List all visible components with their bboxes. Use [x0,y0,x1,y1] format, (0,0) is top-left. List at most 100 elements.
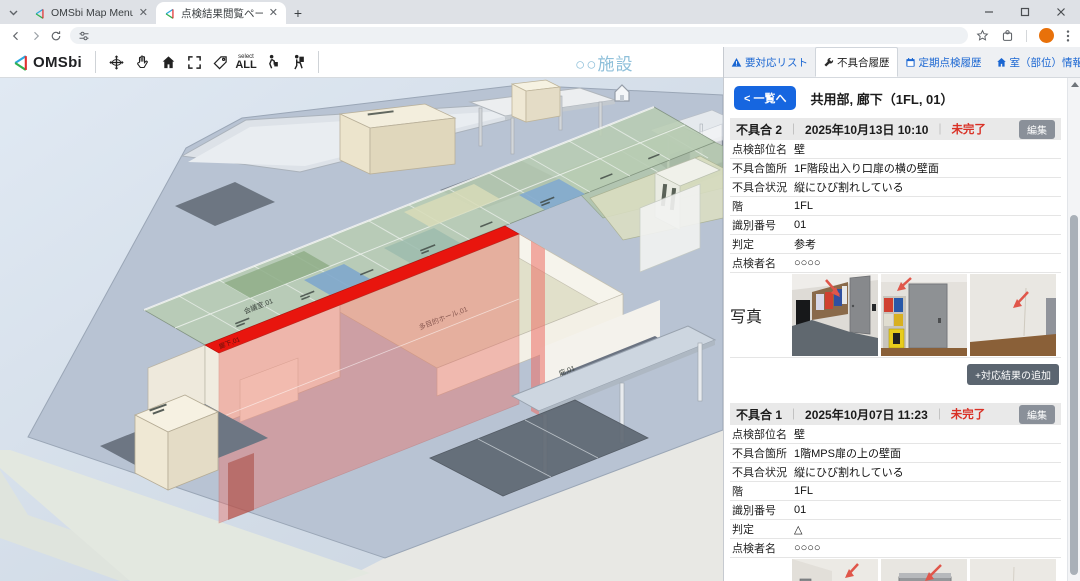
tag-label-icon[interactable] [207,50,233,74]
defect-header: 不具合 1 ｜ 2025年10月07日 11:23 ｜ 未完了 編集 [730,403,1061,425]
omsbi-logo-icon [12,54,29,71]
add-result-button[interactable]: +対応結果の追加 [967,364,1059,385]
tab-close-icon[interactable]: ✕ [269,8,278,19]
detail-row: 階1FL [730,197,1061,216]
extensions-icon[interactable] [1001,29,1014,42]
map-3d-view[interactable]: 会議室,01 多目的ホール,01 廊下,01 庇,01 [0,78,723,581]
maximize-icon[interactable] [1020,7,1030,17]
defect-card-2: 不具合 2 ｜ 2025年10月13日 10:10 ｜ 未完了 編集 点検部位名… [730,118,1061,393]
person-inspect-icon[interactable] [259,50,285,74]
shelter-leg [511,118,514,154]
detail-row: 判定参考 [730,235,1061,254]
detail-row: 判定△ [730,520,1061,539]
window-controls [984,0,1074,24]
back-to-list-button[interactable]: < 一覧へ [734,86,796,110]
defect-date: 2025年10月13日 10:10 [805,121,928,138]
browser-tab-results-page[interactable]: 点検結果閲覧ページ ✕ [156,2,286,24]
photo-row: 写真 [730,558,1061,581]
wrench-icon [823,57,834,68]
omsbi-favicon [164,8,175,19]
utility-box-side [526,87,560,122]
defect-photo-wall[interactable] [970,559,1056,581]
panel-body: < 一覧へ 共用部, 廊下（1FL, 01） 不具合 2 ｜ 2025年10月1… [724,78,1080,581]
defect-header: 不具合 2 ｜ 2025年10月13日 10:10 ｜ 未完了 編集 [730,118,1061,140]
tab-action-list[interactable]: 要対応リスト [724,47,815,77]
location-title: 共用部, 廊下（1FL, 01） [810,89,953,108]
browser-tabstrip: OMSbi Map Menu ✕ 点検結果閲覧ページ ✕ + [0,0,1080,24]
defect-status: 未完了 [951,121,986,137]
corridor-volume-door [228,453,254,520]
tab-room-info[interactable]: 室（部位）情報 [989,47,1080,77]
minimize-icon[interactable] [984,7,994,17]
detail-row: 不具合箇所1階MPS扉の上の壁面 [730,444,1061,463]
tab-title: OMSbi Map Menu [51,7,133,19]
tab-close-icon[interactable]: ✕ [139,8,148,19]
person-report-icon[interactable] [285,50,311,74]
detail-row: 不具合状況縦にひび割れしている [730,178,1061,197]
utility-box-front [512,84,526,122]
divider [1026,30,1027,42]
canopy-column [698,343,702,401]
scrollbar-thumb[interactable] [1070,215,1078,575]
forward-button[interactable] [30,30,42,42]
detail-row: 不具合箇所1F階段出入り口扉の横の壁面 [730,159,1061,178]
detail-row: 不具合状況縦にひび割れしている [730,463,1061,482]
new-tab-button[interactable]: + [286,2,310,24]
profile-avatar[interactable] [1039,28,1054,43]
detail-row: 点検者名○○○○ [730,539,1061,558]
back-button[interactable] [10,30,22,42]
omsbi-logo: OMSbi [6,54,88,71]
edit-button[interactable]: 編集 [1019,120,1055,139]
photo-label: 写真 [730,303,792,327]
tab-title: 点検結果閲覧ページ [181,6,263,21]
tab-defect-history[interactable]: 不具合履歴 [815,47,898,77]
defect-photo-door[interactable] [881,559,967,581]
inspection-panel: 要対応リスト 不具合履歴 定期点検履歴 室（部位）情報 ビュー < 一覧へ [723,47,1080,581]
scrollbar-up-arrow[interactable] [1071,82,1079,87]
calendar-icon [905,57,916,68]
omsbi-favicon [34,8,45,19]
defect-status: 未完了 [951,406,986,422]
tune-icon [78,30,90,42]
detail-row: 識別番号01 [730,501,1061,520]
detail-row: 点検部位名壁 [730,425,1061,444]
defect-photo-wall[interactable] [970,274,1056,356]
detail-row: 点検部位名壁 [730,140,1061,159]
home-view-icon[interactable] [155,50,181,74]
select-all-button[interactable]: select ALL [233,50,259,74]
tank-box-side [370,118,455,174]
orbit-move-icon[interactable] [103,50,129,74]
browser-tab-map-menu[interactable]: OMSbi Map Menu ✕ [26,2,156,24]
defect-date: 2025年10月07日 11:23 [805,406,928,423]
menu-kebab-icon[interactable] [1066,29,1070,43]
bookmark-star-icon[interactable] [976,29,989,42]
divider [95,51,96,73]
panel-scrollbar[interactable] [1067,78,1080,581]
defect-name: 不具合 1 [736,406,782,423]
defect-photo-corridor[interactable] [792,274,878,356]
warning-icon [731,57,742,68]
omsbi-logo-text: OMSbi [33,54,82,71]
divider [318,51,319,73]
detail-row: 階1FL [730,482,1061,501]
defect-photo-door[interactable] [881,274,967,356]
browser-addressbar [0,24,1080,47]
shelter-leg [479,108,482,146]
defect-name: 不具合 2 [736,121,782,138]
fit-expand-icon[interactable] [181,50,207,74]
url-bar[interactable] [70,27,968,44]
pan-hand-icon[interactable] [129,50,155,74]
facility-title: ○○施設 [575,50,634,75]
tab-search-chevron-icon[interactable] [0,2,26,24]
defect-photo-corridor[interactable] [792,559,878,581]
edit-button[interactable]: 編集 [1019,405,1055,424]
close-icon[interactable] [1056,7,1066,17]
detail-row: 点検者名○○○○ [730,254,1061,273]
detail-row: 識別番号01 [730,216,1061,235]
panel-tabs: 要対応リスト 不具合履歴 定期点検履歴 室（部位）情報 ビュー [724,47,1080,78]
reload-button[interactable] [50,30,62,42]
defect-card-1: 不具合 1 ｜ 2025年10月07日 11:23 ｜ 未完了 編集 点検部位名… [730,403,1061,581]
tab-periodic-history[interactable]: 定期点検履歴 [898,47,989,77]
photo-row: 写真 [730,273,1061,358]
home-icon [996,57,1007,68]
